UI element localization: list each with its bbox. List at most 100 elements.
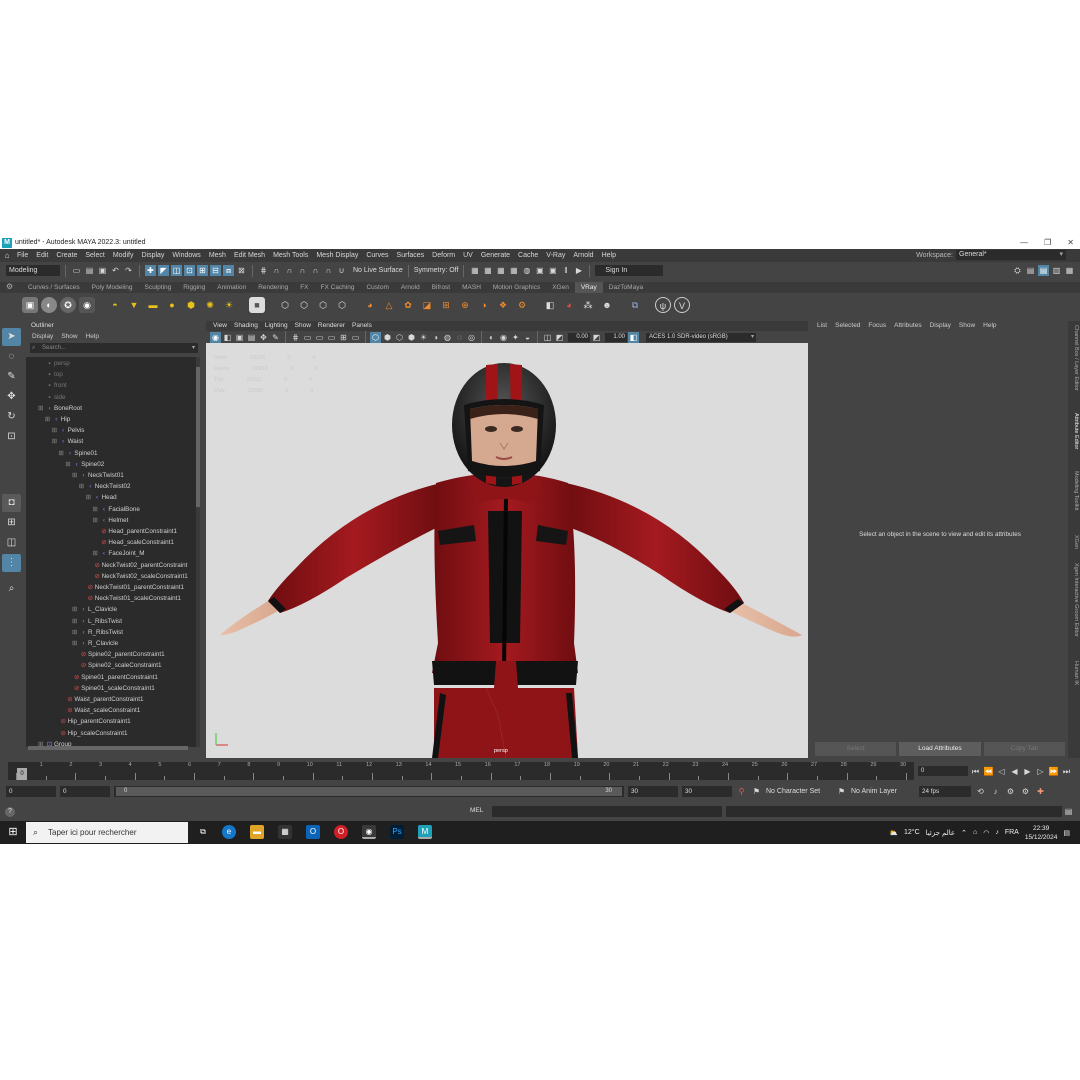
store-icon[interactable]: ▦ xyxy=(278,825,292,839)
clipper-icon[interactable]: ◑ xyxy=(476,297,492,313)
texture-icon[interactable]: ⧉ xyxy=(627,297,643,313)
shelf-tab-fx-caching[interactable]: FX Caching xyxy=(315,282,361,293)
list-item[interactable]: ⊘ NeckTwist01_parentConstraint1 xyxy=(79,582,184,593)
viewport-menu-view[interactable]: View xyxy=(211,321,229,331)
outliner-search[interactable]: ⌕ Search... ▾ xyxy=(30,343,198,353)
help-icon[interactable]: ? xyxy=(5,807,15,817)
menu-set-dropdown[interactable]: Modeling xyxy=(6,265,60,276)
expand-icon[interactable]: ⊞ xyxy=(65,459,72,470)
list-item[interactable]: ⊘ Head_scaleConstraint1 xyxy=(92,537,174,548)
vray-env-fog-icon[interactable]: ❖ xyxy=(495,297,511,313)
wireframe-on-shaded-icon[interactable]: ⬡ xyxy=(394,332,405,343)
camera-select-icon[interactable]: ◉ xyxy=(210,331,221,343)
list-item[interactable]: ⊘ Hip_parentConstraint1 xyxy=(52,716,130,727)
list-item[interactable]: ⊘ Spine02_parentConstraint1 xyxy=(72,649,165,660)
select-hierarchy-icon[interactable]: ✚ xyxy=(145,265,156,276)
ies-light-icon[interactable]: ✺ xyxy=(202,297,218,313)
outliner-layout-icon[interactable]: ⋮ xyxy=(2,554,21,572)
time-slider[interactable]: 1 2 3 4 5 6 7 8 9 10 11 12 13 14 15 16 17 18 19 20 21 22 23 24 2… xyxy=(8,762,914,780)
uv-mode-icon[interactable]: ⧈ xyxy=(223,265,234,276)
rect-light-icon[interactable]: ▬ xyxy=(145,297,161,313)
anim-layer-icon[interactable]: ⚑ xyxy=(836,786,847,797)
snap-curve-icon[interactable]: ∩ xyxy=(271,265,282,276)
viewport-scene[interactable]: Verts: 10226 0 0 Faces: 10212 0 0 Tris: 20212 0 0… xyxy=(206,343,808,758)
edge-mode-icon[interactable]: ⊞ xyxy=(197,265,208,276)
two-pane-icon[interactable]: ◫ xyxy=(2,534,21,552)
dome-light-icon[interactable]: ◓ xyxy=(107,297,123,313)
gate-mask-icon[interactable]: ▭ xyxy=(326,332,337,343)
select-object-icon[interactable]: ◤ xyxy=(158,265,169,276)
list-item[interactable]: ⊞ ‹ Helmet xyxy=(92,515,128,526)
select-tool-icon[interactable]: ➤ xyxy=(2,328,21,346)
list-item[interactable]: ⊞ ‹ Spine02 xyxy=(65,459,104,470)
edge-icon[interactable]: e xyxy=(222,825,236,839)
save-icon[interactable]: ▣ xyxy=(97,265,108,276)
list-item[interactable]: ⊞ ‹ NeckTwist02 xyxy=(79,481,131,492)
paint-select-icon[interactable]: ✎ xyxy=(2,368,21,386)
viewport-menu-renderer[interactable]: Renderer xyxy=(316,321,347,331)
list-item[interactable]: ⊘ Spine01_parentConstraint1 xyxy=(65,672,158,683)
decal-icon[interactable]: ◪ xyxy=(419,297,435,313)
vray-settings-icon[interactable]: ⚙ xyxy=(514,297,530,313)
language-indicator[interactable]: FRA xyxy=(1005,829,1019,836)
playback-end-field[interactable]: 30 xyxy=(628,785,678,797)
snap-surface-icon[interactable]: ∩ xyxy=(310,265,321,276)
tab-attribute-editor[interactable]: Attribute Editor xyxy=(1069,413,1079,449)
shadows-icon[interactable]: ◑ xyxy=(430,332,441,343)
hypershade-icon[interactable]: ◍ xyxy=(521,265,532,276)
menu-curves[interactable]: Curves xyxy=(362,249,392,262)
list-item[interactable]: ⊞ ‹ NeckTwist01 xyxy=(72,470,124,481)
menu-deform[interactable]: Deform xyxy=(428,249,459,262)
menu-uv[interactable]: UV xyxy=(459,249,477,262)
playback-start-field[interactable]: 0 xyxy=(60,785,110,797)
menu-windows[interactable]: Windows xyxy=(168,249,204,262)
menu-mesh-tools[interactable]: Mesh Tools xyxy=(269,249,312,262)
menu-edit-mesh[interactable]: Edit Mesh xyxy=(230,249,269,262)
select-button[interactable]: Select xyxy=(815,742,897,756)
chevron-down-icon[interactable]: ▾ xyxy=(192,343,195,353)
shelf-tab-motion-graphics[interactable]: Motion Graphics xyxy=(487,282,546,293)
expand-icon[interactable]: ⊞ xyxy=(92,548,99,559)
xray-joints-icon[interactable]: ✦ xyxy=(510,332,521,343)
outliner-menu-display[interactable]: Display xyxy=(32,331,53,342)
colorspace-dropdown[interactable]: ACES 1.0 SDR-video (sRGB) xyxy=(646,332,756,342)
spot-light-icon[interactable]: ▼ xyxy=(126,297,142,313)
list-item[interactable]: ⊞ ‹ L_Clavicle xyxy=(72,604,117,615)
menu-select[interactable]: Select xyxy=(81,249,108,262)
list-item[interactable]: ▪ top xyxy=(38,369,62,380)
materials-library-icon[interactable]: ⁂ xyxy=(580,297,596,313)
list-item[interactable]: ⊞ ‹ BoneRoot xyxy=(38,403,82,414)
expand-icon[interactable]: ⊞ xyxy=(92,504,99,515)
menu-create[interactable]: Create xyxy=(52,249,81,262)
script-editor-icon[interactable]: ▤ xyxy=(1063,806,1074,817)
go-to-start-icon[interactable]: ⏮ xyxy=(970,766,981,777)
list-item[interactable]: ⊞ ‹ Hip xyxy=(45,414,70,425)
ipr-render-icon[interactable]: ▦ xyxy=(495,265,506,276)
close-icon[interactable]: ✕ xyxy=(1067,236,1074,249)
field-chart-icon[interactable]: ⊞ xyxy=(338,332,349,343)
step-forward-frame-icon[interactable]: ▷ xyxy=(1035,766,1046,777)
script-language-label[interactable]: MEL xyxy=(470,807,483,814)
expand-icon[interactable]: ⊞ xyxy=(72,604,79,615)
play-forwards-icon[interactable]: ▶ xyxy=(1022,766,1033,777)
scene-import-icon[interactable]: ⬡ xyxy=(315,297,331,313)
list-item[interactable]: ⊘ Waist_scaleConstraint1 xyxy=(58,705,140,716)
list-item[interactable]: ⊞ ‹ FacialBone xyxy=(92,504,140,515)
character-set-icon[interactable]: ⚑ xyxy=(751,786,762,797)
attr-menu-show[interactable]: Show xyxy=(959,321,975,331)
anti-alias-icon[interactable]: ◎ xyxy=(466,332,477,343)
step-forward-key-icon[interactable]: ⏩ xyxy=(1048,766,1059,777)
volume-grid-icon[interactable]: ⬡ xyxy=(334,297,350,313)
list-item[interactable]: ⊘ NeckTwist02_parentConstraint xyxy=(86,560,187,571)
maya-taskbar-icon[interactable]: M xyxy=(418,825,432,839)
menu-mesh-display[interactable]: Mesh Display xyxy=(312,249,362,262)
shelf-tab-xgen[interactable]: XGen xyxy=(546,282,575,293)
menu-modify[interactable]: Modify xyxy=(109,249,138,262)
expand-icon[interactable]: ⊞ xyxy=(45,414,52,425)
file-explorer-icon[interactable]: ▬ xyxy=(250,825,264,839)
list-item[interactable]: ⊞ ‹ L_RibsTwist xyxy=(72,616,122,627)
expand-icon[interactable]: ⊞ xyxy=(86,492,93,503)
attribute-editor-icon[interactable]: ▤ xyxy=(1038,265,1049,276)
expand-icon[interactable]: ⊞ xyxy=(92,515,99,526)
shelf-tab-sculpting[interactable]: Sculpting xyxy=(139,282,178,293)
